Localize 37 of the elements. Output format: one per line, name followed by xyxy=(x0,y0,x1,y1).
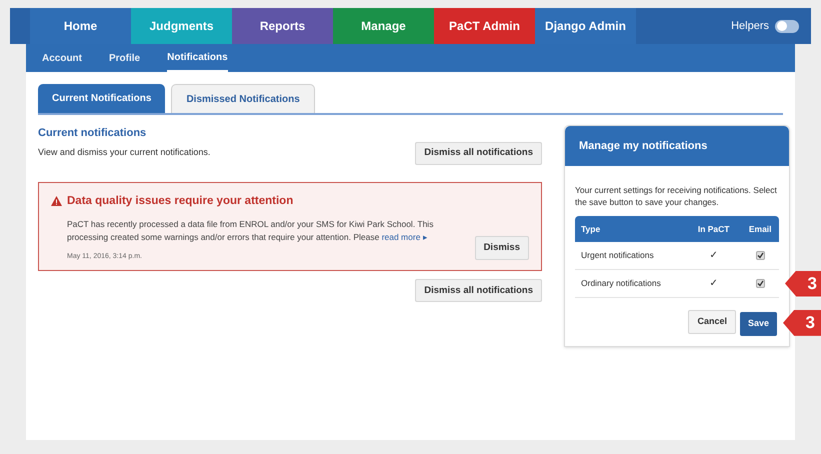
section-heading: Current notifications xyxy=(38,126,148,141)
tab[interactable]: Dismissed Notifications xyxy=(171,84,315,113)
column-header: In PaCT xyxy=(696,222,730,236)
dismiss-all-button[interactable]: Dismiss all notifications xyxy=(415,142,542,164)
helpers-toggle[interactable] xyxy=(775,20,799,32)
panel-title: Manage my notifications xyxy=(579,138,708,154)
table-cell-text: Ordinary notifications xyxy=(580,277,662,290)
callout-badge: 3 xyxy=(783,310,821,336)
nav-tab[interactable]: PaCT Admin xyxy=(434,8,535,44)
callout-badge: 3 xyxy=(785,270,821,296)
read-more-link[interactable]: read more ▸ xyxy=(382,232,428,242)
dismiss-button[interactable]: Dismiss xyxy=(474,236,529,260)
save-button[interactable]: Save xyxy=(740,312,777,336)
alert-message: PaCT has recently processed a data file from ENROL and/or your SMS for Kiwi Park School. This processing created some warnings and/or errors that require your attention. Please read more ▸ xyxy=(67,218,434,244)
subnav-link[interactable]: Account xyxy=(42,44,82,72)
section-description: View and dismiss your current notifications. xyxy=(38,146,210,160)
nav-tab[interactable]: Manage xyxy=(333,8,434,44)
table-cell-text: ✓ xyxy=(708,249,719,263)
cancel-button[interactable]: Cancel xyxy=(688,310,736,334)
table-cell-text: Urgent notifications xyxy=(580,249,655,262)
email-checkbox[interactable] xyxy=(756,279,765,288)
subnav-link[interactable]: Notifications xyxy=(167,44,228,72)
nav-tab[interactable]: Home xyxy=(30,8,131,44)
email-checkbox[interactable] xyxy=(756,251,765,260)
nav-tab[interactable]: Judgments xyxy=(131,8,232,44)
column-header: Type xyxy=(580,222,602,236)
dismiss-all-button[interactable]: Dismiss all notifications xyxy=(415,279,542,302)
nav-tab[interactable]: Django Admin xyxy=(535,8,636,44)
column-header: Email xyxy=(748,222,773,236)
warning-icon xyxy=(51,196,62,206)
subnav-link[interactable]: Profile xyxy=(109,44,140,72)
nav-tab[interactable]: Reports xyxy=(232,8,333,44)
table-cell-text: ✓ xyxy=(708,277,719,291)
panel-description: Your current settings for receiving notifications. Select the save button to save your changes. xyxy=(575,184,778,208)
helpers-label: Helpers xyxy=(731,18,769,34)
tab[interactable]: Current Notifications xyxy=(38,84,166,113)
alert-title: Data quality issues require your attention xyxy=(67,194,294,208)
